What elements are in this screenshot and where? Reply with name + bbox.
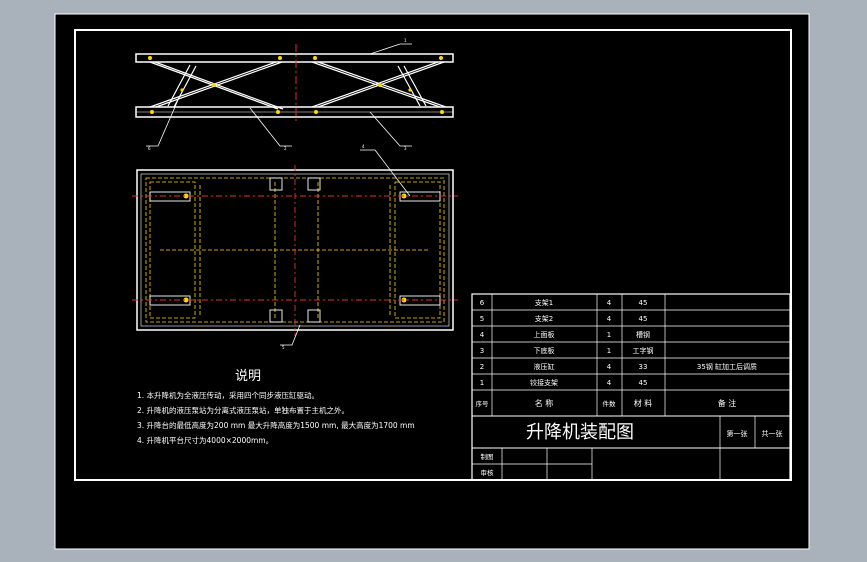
total-label: 共一张 bbox=[762, 429, 783, 438]
row6-qty: 4 bbox=[607, 299, 612, 307]
row1-qty: 4 bbox=[607, 379, 612, 387]
header-qty: 件数 bbox=[603, 399, 617, 408]
row5-qty: 4 bbox=[607, 315, 612, 323]
row2-no: 2 bbox=[480, 363, 484, 371]
header-remark: 备 注 bbox=[718, 398, 737, 408]
drawn-label: 制图 bbox=[481, 452, 494, 461]
row6-material: 45 bbox=[639, 299, 648, 307]
row4-name: 上面板 bbox=[534, 330, 555, 339]
row4-qty: 1 bbox=[607, 331, 611, 339]
note-line-4: 4. 升降机平台尺寸为4000×2000mm。 bbox=[137, 435, 273, 445]
header-material: 材 料 bbox=[634, 398, 653, 408]
drawing-sheet bbox=[54, 13, 810, 550]
row3-no: 3 bbox=[480, 347, 484, 355]
sheet-label: 第一张 bbox=[727, 429, 748, 438]
row1-no: 1 bbox=[480, 379, 484, 387]
note-line-2: 2. 升降机的液压泵站为分离式液压泵站，单独布置于主机之外。 bbox=[137, 405, 349, 415]
note-line-3: 3. 升降台的最低高度为200 mm 最大升降高度为1500 mm, 最大高度为… bbox=[137, 420, 415, 430]
row4-no: 4 bbox=[480, 331, 485, 339]
row5-material: 45 bbox=[639, 315, 648, 323]
row1-name: 铰接支架 bbox=[530, 378, 558, 387]
drawing-title: 升降机装配图 bbox=[526, 422, 634, 443]
row3-qty: 1 bbox=[607, 347, 611, 355]
row5-no: 5 bbox=[480, 315, 484, 323]
cad-viewport: 1 6 2 3 4 5 说明 1. 本升降机为全液压传动，采用四个同步液压缸驱动… bbox=[0, 0, 867, 562]
notes-title: 说明 bbox=[235, 369, 261, 384]
row5-name: 支架2 bbox=[535, 314, 553, 323]
row2-qty: 4 bbox=[607, 363, 612, 371]
row2-material: 33 bbox=[639, 363, 648, 371]
row6-no: 6 bbox=[480, 299, 485, 307]
row2-remark: 35钢 缸加工后调质 bbox=[697, 362, 757, 371]
row6-name: 支架1 bbox=[535, 298, 553, 307]
header-no: 序号 bbox=[476, 399, 490, 408]
row4-material: 槽钢 bbox=[636, 330, 650, 339]
row2-name: 液压缸 bbox=[534, 362, 555, 371]
header-name: 名 称 bbox=[535, 398, 554, 408]
row1-material: 45 bbox=[639, 379, 648, 387]
row3-material: 工字钢 bbox=[633, 346, 654, 355]
checked-label: 审核 bbox=[481, 468, 495, 477]
note-line-1: 1. 本升降机为全液压传动，采用四个同步液压缸驱动。 bbox=[137, 390, 319, 400]
row3-name: 下底板 bbox=[534, 346, 555, 355]
